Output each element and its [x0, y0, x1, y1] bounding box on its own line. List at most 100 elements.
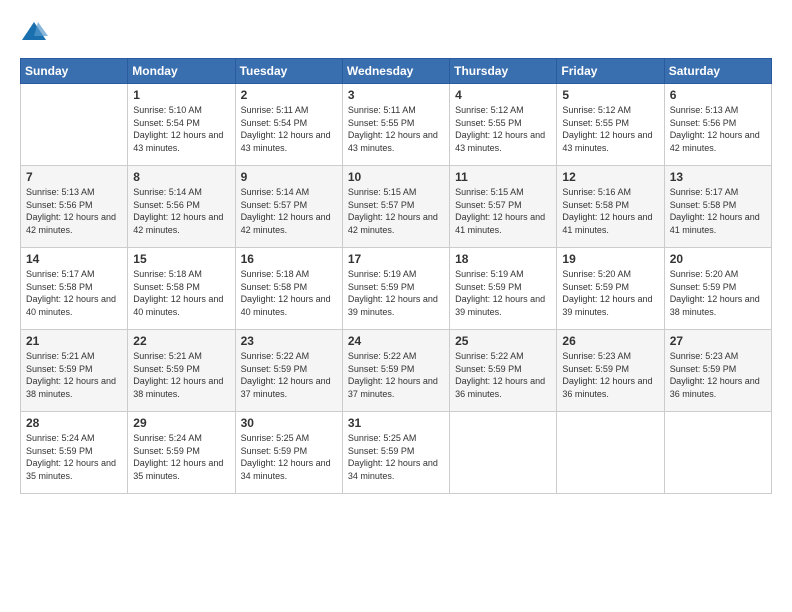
daylight-label: Daylight: 12 hours and 43 minutes. [348, 130, 438, 153]
calendar-day-cell: 9 Sunrise: 5:14 AM Sunset: 5:57 PM Dayli… [235, 166, 342, 248]
day-number: 14 [26, 252, 122, 266]
calendar-day-cell: 16 Sunrise: 5:18 AM Sunset: 5:58 PM Dayl… [235, 248, 342, 330]
sunrise-label: Sunrise: 5:12 AM [562, 105, 631, 115]
weekday-header-cell: Tuesday [235, 59, 342, 84]
daylight-label: Daylight: 12 hours and 37 minutes. [348, 376, 438, 399]
sunset-label: Sunset: 5:59 PM [26, 364, 93, 374]
weekday-header-cell: Monday [128, 59, 235, 84]
day-info: Sunrise: 5:13 AM Sunset: 5:56 PM Dayligh… [26, 186, 122, 236]
day-number: 23 [241, 334, 337, 348]
day-number: 10 [348, 170, 444, 184]
day-number: 15 [133, 252, 229, 266]
weekday-header-cell: Friday [557, 59, 664, 84]
daylight-label: Daylight: 12 hours and 37 minutes. [241, 376, 331, 399]
header-area [20, 18, 772, 46]
sunrise-label: Sunrise: 5:16 AM [562, 187, 631, 197]
sunset-label: Sunset: 5:57 PM [241, 200, 308, 210]
daylight-label: Daylight: 12 hours and 40 minutes. [241, 294, 331, 317]
day-info: Sunrise: 5:18 AM Sunset: 5:58 PM Dayligh… [241, 268, 337, 318]
daylight-label: Daylight: 12 hours and 36 minutes. [670, 376, 760, 399]
day-number: 4 [455, 88, 551, 102]
day-info: Sunrise: 5:15 AM Sunset: 5:57 PM Dayligh… [455, 186, 551, 236]
sunset-label: Sunset: 5:55 PM [348, 118, 415, 128]
sunrise-label: Sunrise: 5:12 AM [455, 105, 524, 115]
calendar-day-cell: 26 Sunrise: 5:23 AM Sunset: 5:59 PM Dayl… [557, 330, 664, 412]
sunrise-label: Sunrise: 5:11 AM [348, 105, 416, 115]
weekday-header-cell: Saturday [664, 59, 771, 84]
sunset-label: Sunset: 5:59 PM [133, 446, 200, 456]
calendar-day-cell: 7 Sunrise: 5:13 AM Sunset: 5:56 PM Dayli… [21, 166, 128, 248]
day-info: Sunrise: 5:24 AM Sunset: 5:59 PM Dayligh… [133, 432, 229, 482]
sunrise-label: Sunrise: 5:18 AM [241, 269, 310, 279]
calendar-container: SundayMondayTuesdayWednesdayThursdayFrid… [0, 0, 792, 504]
sunset-label: Sunset: 5:56 PM [26, 200, 93, 210]
day-info: Sunrise: 5:20 AM Sunset: 5:59 PM Dayligh… [562, 268, 658, 318]
day-info: Sunrise: 5:16 AM Sunset: 5:58 PM Dayligh… [562, 186, 658, 236]
sunset-label: Sunset: 5:59 PM [670, 364, 737, 374]
sunset-label: Sunset: 5:55 PM [562, 118, 629, 128]
sunset-label: Sunset: 5:59 PM [133, 364, 200, 374]
calendar-day-cell: 11 Sunrise: 5:15 AM Sunset: 5:57 PM Dayl… [450, 166, 557, 248]
daylight-label: Daylight: 12 hours and 36 minutes. [455, 376, 545, 399]
sunrise-label: Sunrise: 5:19 AM [348, 269, 417, 279]
day-info: Sunrise: 5:19 AM Sunset: 5:59 PM Dayligh… [455, 268, 551, 318]
day-number: 12 [562, 170, 658, 184]
daylight-label: Daylight: 12 hours and 42 minutes. [26, 212, 116, 235]
day-number: 2 [241, 88, 337, 102]
calendar-day-cell: 14 Sunrise: 5:17 AM Sunset: 5:58 PM Dayl… [21, 248, 128, 330]
day-number: 6 [670, 88, 766, 102]
calendar-day-cell: 15 Sunrise: 5:18 AM Sunset: 5:58 PM Dayl… [128, 248, 235, 330]
day-number: 25 [455, 334, 551, 348]
day-info: Sunrise: 5:17 AM Sunset: 5:58 PM Dayligh… [670, 186, 766, 236]
sunrise-label: Sunrise: 5:10 AM [133, 105, 202, 115]
calendar-day-cell: 19 Sunrise: 5:20 AM Sunset: 5:59 PM Dayl… [557, 248, 664, 330]
calendar-day-cell: 23 Sunrise: 5:22 AM Sunset: 5:59 PM Dayl… [235, 330, 342, 412]
calendar-day-cell: 10 Sunrise: 5:15 AM Sunset: 5:57 PM Dayl… [342, 166, 449, 248]
day-number: 27 [670, 334, 766, 348]
day-number: 29 [133, 416, 229, 430]
sunrise-label: Sunrise: 5:15 AM [455, 187, 524, 197]
day-number: 26 [562, 334, 658, 348]
weekday-header-row: SundayMondayTuesdayWednesdayThursdayFrid… [21, 59, 772, 84]
day-info: Sunrise: 5:11 AM Sunset: 5:55 PM Dayligh… [348, 104, 444, 154]
sunrise-label: Sunrise: 5:22 AM [348, 351, 417, 361]
sunrise-label: Sunrise: 5:25 AM [348, 433, 417, 443]
day-info: Sunrise: 5:22 AM Sunset: 5:59 PM Dayligh… [241, 350, 337, 400]
sunrise-label: Sunrise: 5:13 AM [26, 187, 95, 197]
sunrise-label: Sunrise: 5:14 AM [241, 187, 310, 197]
sunset-label: Sunset: 5:59 PM [348, 446, 415, 456]
daylight-label: Daylight: 12 hours and 43 minutes. [133, 130, 223, 153]
day-number: 24 [348, 334, 444, 348]
daylight-label: Daylight: 12 hours and 42 minutes. [133, 212, 223, 235]
sunset-label: Sunset: 5:59 PM [562, 364, 629, 374]
sunset-label: Sunset: 5:59 PM [562, 282, 629, 292]
day-info: Sunrise: 5:18 AM Sunset: 5:58 PM Dayligh… [133, 268, 229, 318]
sunrise-label: Sunrise: 5:21 AM [26, 351, 95, 361]
calendar-day-cell: 1 Sunrise: 5:10 AM Sunset: 5:54 PM Dayli… [128, 84, 235, 166]
weekday-header-cell: Sunday [21, 59, 128, 84]
day-number: 19 [562, 252, 658, 266]
calendar-day-cell [21, 84, 128, 166]
day-info: Sunrise: 5:10 AM Sunset: 5:54 PM Dayligh… [133, 104, 229, 154]
sunset-label: Sunset: 5:58 PM [562, 200, 629, 210]
daylight-label: Daylight: 12 hours and 38 minutes. [133, 376, 223, 399]
sunrise-label: Sunrise: 5:11 AM [241, 105, 309, 115]
sunrise-label: Sunrise: 5:25 AM [241, 433, 310, 443]
day-number: 30 [241, 416, 337, 430]
sunset-label: Sunset: 5:58 PM [241, 282, 308, 292]
calendar-day-cell: 31 Sunrise: 5:25 AM Sunset: 5:59 PM Dayl… [342, 412, 449, 494]
daylight-label: Daylight: 12 hours and 43 minutes. [455, 130, 545, 153]
daylight-label: Daylight: 12 hours and 35 minutes. [26, 458, 116, 481]
sunset-label: Sunset: 5:57 PM [348, 200, 415, 210]
day-number: 13 [670, 170, 766, 184]
calendar-day-cell: 17 Sunrise: 5:19 AM Sunset: 5:59 PM Dayl… [342, 248, 449, 330]
weekday-header-cell: Thursday [450, 59, 557, 84]
day-info: Sunrise: 5:11 AM Sunset: 5:54 PM Dayligh… [241, 104, 337, 154]
calendar-day-cell [557, 412, 664, 494]
sunset-label: Sunset: 5:55 PM [455, 118, 522, 128]
sunrise-label: Sunrise: 5:20 AM [670, 269, 739, 279]
day-info: Sunrise: 5:22 AM Sunset: 5:59 PM Dayligh… [455, 350, 551, 400]
calendar-day-cell: 30 Sunrise: 5:25 AM Sunset: 5:59 PM Dayl… [235, 412, 342, 494]
calendar-day-cell: 5 Sunrise: 5:12 AM Sunset: 5:55 PM Dayli… [557, 84, 664, 166]
day-info: Sunrise: 5:14 AM Sunset: 5:56 PM Dayligh… [133, 186, 229, 236]
